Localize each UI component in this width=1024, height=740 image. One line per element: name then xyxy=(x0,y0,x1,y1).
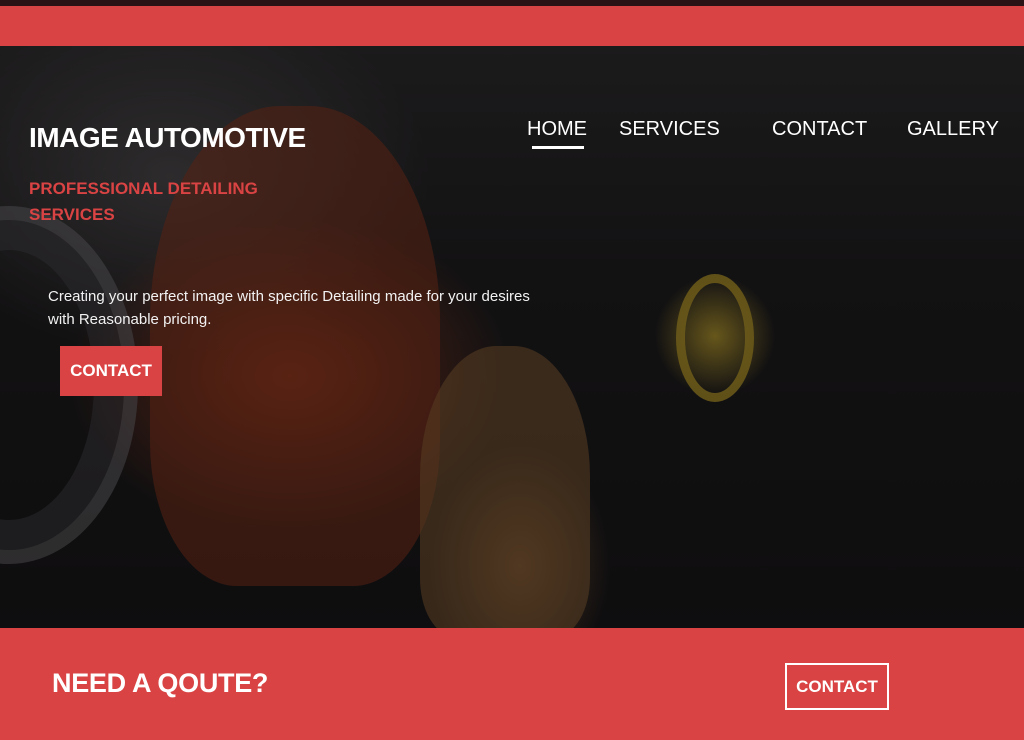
nav-item-services[interactable]: SERVICES xyxy=(619,118,720,141)
quote-banner-title: NEED A QOUTE? xyxy=(52,668,269,698)
brand-tagline: PROFESSIONAL DETAILING SERVICES xyxy=(29,179,258,224)
nav-item-gallery[interactable]: GALLERY xyxy=(907,118,999,141)
main-navigation: HOME SERVICES CONTACT GALLERY xyxy=(0,118,1024,158)
top-accent-bar xyxy=(0,6,1024,46)
nav-item-home[interactable]: HOME xyxy=(527,118,587,149)
quote-banner: NEED A QOUTE? CONTACT xyxy=(0,628,1024,740)
hero-description: Creating your perfect image with specifi… xyxy=(48,288,530,328)
hero-contact-button[interactable]: CONTACT xyxy=(60,346,162,396)
quote-contact-button[interactable]: CONTACT xyxy=(785,663,889,710)
nav-item-contact[interactable]: CONTACT xyxy=(772,118,867,141)
